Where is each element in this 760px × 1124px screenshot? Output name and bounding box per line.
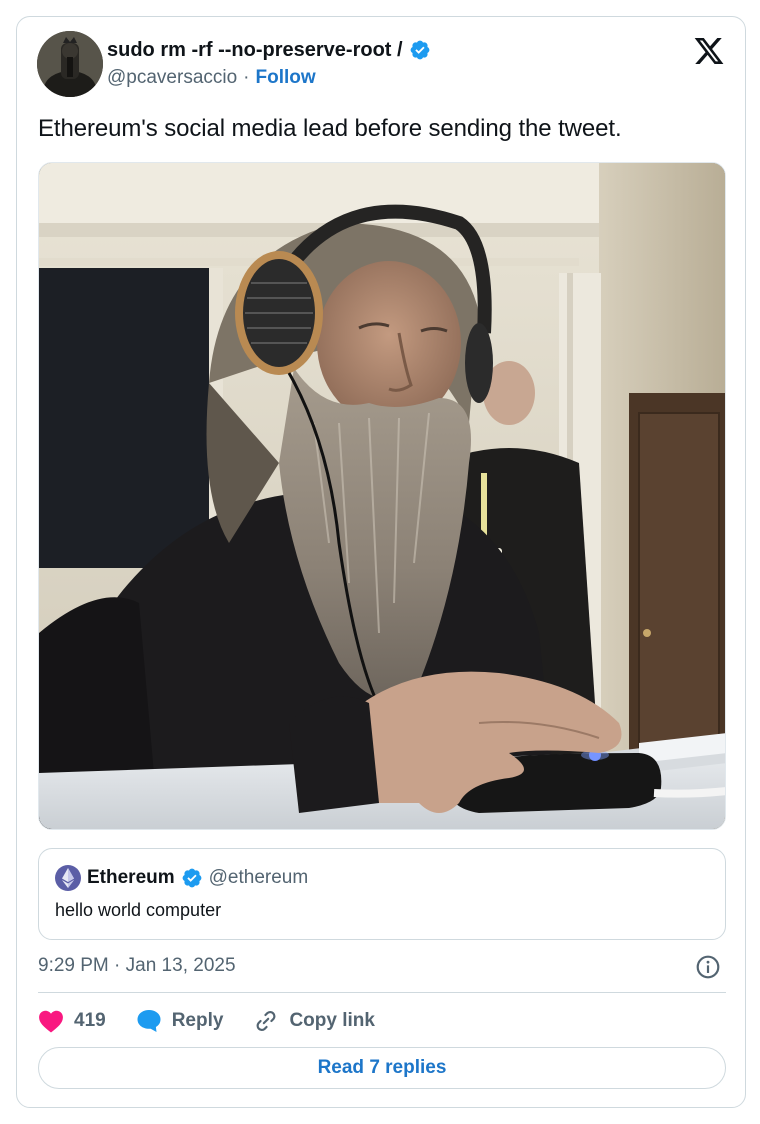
like-button[interactable]: 419	[38, 1009, 106, 1033]
tweet-timestamp[interactable]: 9:29 PM · Jan 13, 2025	[38, 955, 236, 977]
quoted-tweet[interactable]: Ethereum @ethereum hello world computer	[38, 848, 726, 940]
reply-bubble-icon	[137, 1010, 161, 1032]
quoted-author-handle[interactable]: @ethereum	[209, 867, 309, 889]
author-handle-row: @pcaversaccio · Follow	[107, 67, 316, 89]
copy-link-button[interactable]: Copy link	[253, 1008, 375, 1034]
verified-badge-icon	[182, 868, 202, 888]
author-display-name[interactable]: sudo rm -rf --no-preserve-root /	[107, 39, 403, 62]
quoted-tweet-text: hello world computer	[55, 900, 222, 920]
info-icon[interactable]	[695, 954, 721, 980]
read-replies-label: Read 7 replies	[317, 1057, 447, 1078]
verified-badge-icon	[410, 40, 429, 60]
author-handle[interactable]: @pcaversaccio	[107, 67, 237, 89]
author-name-row: sudo rm -rf --no-preserve-root /	[107, 37, 431, 63]
reply-button[interactable]: Reply	[136, 1009, 224, 1033]
tweet-text: Ethereum's social media lead before send…	[38, 115, 622, 142]
copy-link-label: Copy link	[289, 1010, 375, 1031]
follow-button[interactable]: Follow	[256, 67, 316, 89]
heart-icon	[39, 1010, 63, 1033]
tweet-embed-card: sudo rm -rf --no-preserve-root / @pcaver…	[16, 16, 746, 1108]
author-avatar[interactable]	[37, 31, 103, 97]
divider	[38, 992, 726, 993]
link-icon	[256, 1011, 276, 1031]
quoted-author-name[interactable]: Ethereum	[87, 867, 175, 889]
action-bar: 419 Reply Copy link	[38, 1007, 405, 1035]
like-count: 419	[74, 1010, 106, 1031]
handle-separator: ·	[243, 67, 250, 88]
read-replies-button[interactable]: Read 7 replies	[38, 1047, 726, 1089]
tweet-photo[interactable]	[38, 162, 726, 830]
ethereum-logo-icon	[55, 865, 81, 891]
quoted-tweet-header: Ethereum @ethereum	[55, 865, 308, 891]
x-logo-icon[interactable]	[693, 35, 725, 67]
reply-label: Reply	[171, 1010, 224, 1031]
